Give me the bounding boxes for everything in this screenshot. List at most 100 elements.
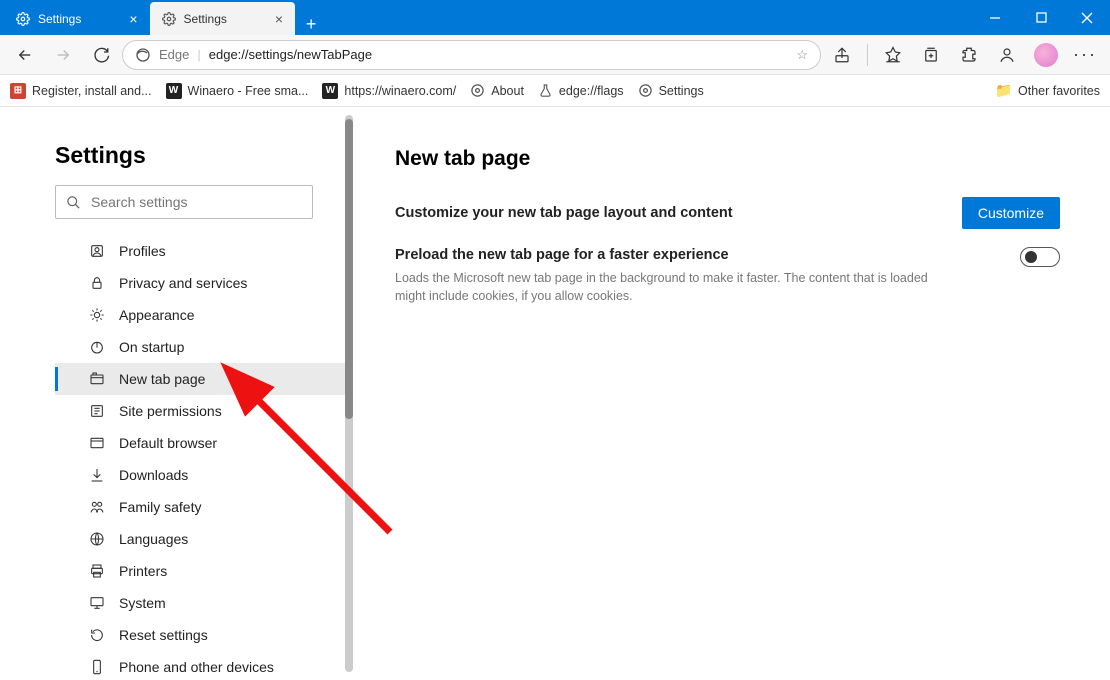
customize-label: Customize your new tab page layout and c…: [395, 205, 733, 221]
customize-row: Customize your new tab page layout and c…: [395, 197, 1060, 229]
search-settings-box[interactable]: [55, 185, 313, 219]
family-icon: [89, 499, 105, 515]
preload-toggle[interactable]: [1020, 247, 1060, 267]
sidebar-item-label: New tab page: [119, 371, 205, 387]
close-tab-icon[interactable]: ×: [275, 11, 283, 27]
page-heading: New tab page: [395, 147, 1060, 171]
browser-tab-settings-inactive[interactable]: Settings ×: [4, 2, 150, 35]
sidebar-item-profile[interactable]: Profiles: [55, 235, 345, 267]
bookmark-item[interactable]: Settings: [638, 83, 704, 98]
share-button[interactable]: [825, 39, 859, 71]
bookmark-label: Register, install and...: [32, 84, 152, 98]
bookmark-label: Winaero - Free sma...: [188, 84, 309, 98]
maximize-button[interactable]: [1018, 0, 1064, 35]
customize-button[interactable]: Customize: [962, 197, 1060, 229]
gear-icon: [638, 83, 653, 98]
preload-description: Loads the Microsoft new tab page in the …: [395, 269, 955, 305]
settings-main: New tab page Customize your new tab page…: [345, 107, 1110, 680]
tab-icon: [89, 371, 105, 387]
extensions-button[interactable]: [952, 39, 986, 71]
favorite-star-icon[interactable]: ☆: [796, 47, 808, 63]
preload-label: Preload the new tab page for a faster ex…: [395, 247, 955, 263]
preload-row: Preload the new tab page for a faster ex…: [395, 247, 1060, 305]
sidebar-item-phone[interactable]: Phone and other devices: [55, 651, 345, 680]
url-text: edge://settings/newTabPage: [209, 47, 372, 62]
power-icon: [89, 339, 105, 355]
sidebar-item-family[interactable]: Family safety: [55, 491, 345, 523]
sidebar-item-tab[interactable]: New tab page: [55, 363, 345, 395]
flask-icon: [538, 83, 553, 98]
system-icon: [89, 595, 105, 611]
bookmark-item[interactable]: edge://flags: [538, 83, 624, 98]
sidebar-item-download[interactable]: Downloads: [55, 459, 345, 491]
search-settings-input[interactable]: [91, 194, 302, 210]
printer-icon: [89, 563, 105, 579]
phone-icon: [89, 659, 105, 675]
edge-logo-icon: [135, 47, 151, 63]
address-bar[interactable]: Edge | edge://settings/newTabPage ☆: [122, 40, 821, 70]
sidebar-item-lang[interactable]: Languages: [55, 523, 345, 555]
sidebar-item-label: Family safety: [119, 499, 201, 515]
scrollbar-thumb[interactable]: [345, 119, 353, 419]
sidebar-item-system[interactable]: System: [55, 587, 345, 619]
browser-toolbar: Edge | edge://settings/newTabPage ☆ ···: [0, 35, 1110, 75]
tab-label: Settings: [38, 12, 81, 26]
bookmark-label: About: [491, 84, 524, 98]
sidebar-item-browser[interactable]: Default browser: [55, 427, 345, 459]
gear-icon: [16, 12, 30, 26]
window-controls: [972, 0, 1110, 35]
close-window-button[interactable]: [1064, 0, 1110, 35]
appearance-icon: [89, 307, 105, 323]
toggle-knob: [1025, 251, 1037, 263]
sidebar-item-label: Appearance: [119, 307, 195, 323]
bookmark-label: Other favorites: [1018, 84, 1100, 98]
sidebar-item-appearance[interactable]: Appearance: [55, 299, 345, 331]
profile-avatar[interactable]: [1034, 43, 1058, 67]
bookmarks-bar: ⊞ Register, install and... W Winaero - Fre…: [0, 75, 1110, 107]
gear-icon: [162, 12, 176, 26]
new-tab-button[interactable]: +: [295, 14, 327, 35]
sidebar-item-permissions[interactable]: Site permissions: [55, 395, 345, 427]
menu-button[interactable]: ···: [1068, 39, 1102, 71]
bookmark-item[interactable]: W Winaero - Free sma...: [166, 83, 309, 99]
separator: |: [197, 47, 200, 62]
sidebar-item-power[interactable]: On startup: [55, 331, 345, 363]
permissions-icon: [89, 403, 105, 419]
profile-icon: [89, 243, 105, 259]
collections-button[interactable]: [914, 39, 948, 71]
browser-tab-settings-active[interactable]: Settings ×: [150, 2, 296, 35]
profile-switch-button[interactable]: [990, 39, 1024, 71]
sidebar-scrollbar[interactable]: [345, 115, 353, 672]
refresh-button[interactable]: [84, 39, 118, 71]
sidebar-title: Settings: [55, 142, 345, 169]
reset-icon: [89, 627, 105, 643]
other-favorites-folder[interactable]: 📁Other favorites: [996, 83, 1100, 99]
lock-icon: [89, 275, 105, 291]
sidebar-item-label: Languages: [119, 531, 188, 547]
minimize-button[interactable]: [972, 0, 1018, 35]
sidebar-item-label: Reset settings: [119, 627, 208, 643]
sidebar-item-printer[interactable]: Printers: [55, 555, 345, 587]
sidebar-item-label: Phone and other devices: [119, 659, 274, 675]
sidebar-item-label: System: [119, 595, 166, 611]
sidebar-item-reset[interactable]: Reset settings: [55, 619, 345, 651]
tab-strip: Settings × Settings × +: [0, 0, 972, 35]
favicon-icon: ⊞: [10, 83, 26, 99]
search-icon: [66, 195, 81, 210]
settings-sidebar: Settings Profiles Privacy and services App…: [0, 107, 345, 680]
bookmark-item[interactable]: About: [470, 83, 524, 98]
close-tab-icon[interactable]: ×: [129, 11, 137, 27]
sidebar-item-label: Default browser: [119, 435, 217, 451]
favorites-button[interactable]: [876, 39, 910, 71]
favicon-icon: W: [322, 83, 338, 99]
sidebar-item-lock[interactable]: Privacy and services: [55, 267, 345, 299]
bookmark-item[interactable]: ⊞ Register, install and...: [10, 83, 152, 99]
separator: [867, 44, 868, 66]
forward-button[interactable]: [46, 39, 80, 71]
site-identity-label: Edge: [159, 47, 189, 62]
back-button[interactable]: [8, 39, 42, 71]
favicon-icon: W: [166, 83, 182, 99]
bookmark-item[interactable]: Whttps://winaero.com/: [322, 83, 456, 99]
sidebar-item-label: Printers: [119, 563, 167, 579]
sidebar-item-label: Privacy and services: [119, 275, 247, 291]
